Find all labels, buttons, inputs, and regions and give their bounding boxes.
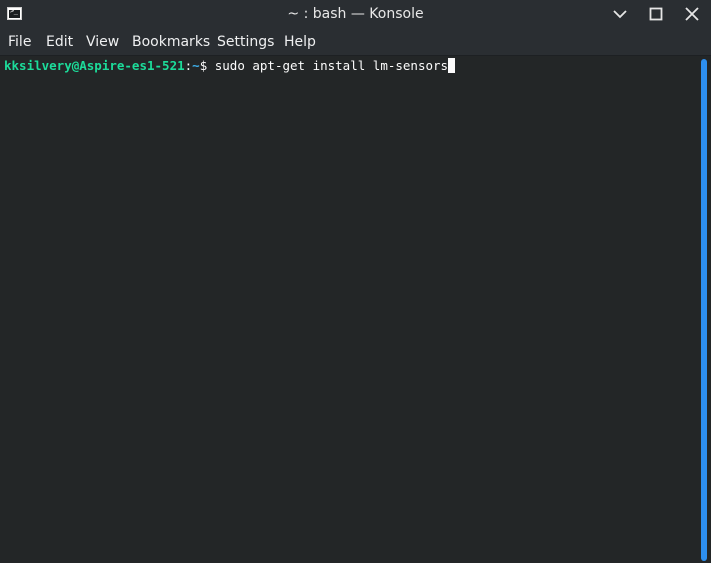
menu-bookmarks[interactable]: Bookmarks bbox=[132, 34, 210, 50]
vertical-scrollbar[interactable] bbox=[698, 56, 711, 563]
scrollbar-thumb[interactable] bbox=[701, 59, 707, 561]
close-icon bbox=[685, 7, 699, 21]
konsole-window: ~ : bash — Konsole File Edit View Bookma… bbox=[0, 0, 711, 563]
menu-file[interactable]: File bbox=[8, 34, 31, 50]
text-cursor bbox=[448, 58, 456, 73]
menu-help[interactable]: Help bbox=[284, 34, 316, 50]
menu-edit[interactable]: Edit bbox=[46, 34, 73, 50]
close-button[interactable] bbox=[681, 4, 703, 24]
minimize-icon bbox=[613, 10, 627, 19]
command-text: sudo apt-get install lm-sensors bbox=[214, 58, 449, 73]
menu-bar: File Edit View Bookmarks Settings Help bbox=[0, 29, 711, 56]
minimize-button[interactable] bbox=[609, 4, 631, 24]
menu-settings[interactable]: Settings bbox=[217, 34, 274, 50]
window-title: ~ : bash — Konsole bbox=[287, 6, 424, 22]
title-bar[interactable]: ~ : bash — Konsole bbox=[0, 0, 711, 29]
prompt-user-host: kksilvery@Aspire-es1-521 bbox=[4, 58, 185, 73]
prompt-line: kksilvery@Aspire-es1-521:~$ sudo apt-get… bbox=[4, 57, 456, 75]
maximize-button[interactable] bbox=[645, 4, 667, 24]
prompt-path: ~ bbox=[192, 58, 200, 73]
menu-view[interactable]: View bbox=[86, 34, 119, 50]
maximize-icon bbox=[649, 7, 663, 21]
prompt-symbol: $ bbox=[199, 58, 215, 73]
terminal-area[interactable]: kksilvery@Aspire-es1-521:~$ sudo apt-get… bbox=[0, 56, 698, 563]
